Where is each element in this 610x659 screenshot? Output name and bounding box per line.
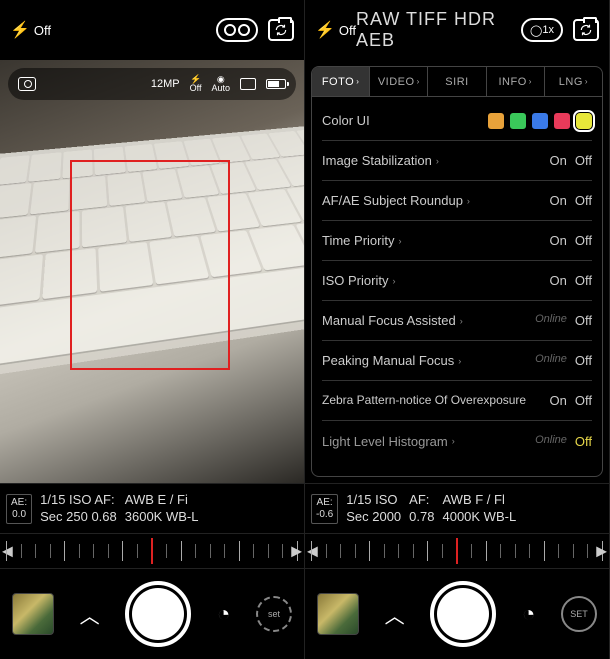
dial-center-marker bbox=[456, 538, 458, 564]
zoom-indicator[interactable]: ◯1x bbox=[521, 18, 563, 42]
adjustment-dial[interactable]: ◀ ▶ bbox=[0, 533, 304, 569]
shutter-iso-readout[interactable]: 1/15 ISO AF: Sec 250 0.68 bbox=[40, 492, 117, 526]
camera-view-pane: ⚡ Off 12MP ⚡Off ◉Auto bbox=[0, 0, 305, 659]
tab-video[interactable]: VIDEO› bbox=[370, 67, 428, 96]
camera-icon[interactable] bbox=[18, 77, 36, 91]
chevron-right-icon: › bbox=[452, 436, 455, 446]
gallery-thumbnail[interactable] bbox=[317, 593, 359, 635]
top-bar: ⚡ Off RAW TIFF HDR AEB ◯1x bbox=[305, 0, 609, 60]
exposure-readout: AE: 0.0 1/15 ISO AF: Sec 250 0.68 AWB E … bbox=[0, 483, 304, 533]
chevron-right-icon: › bbox=[356, 77, 359, 86]
wb-readout[interactable]: AWB E / Fi 3600K WB-L bbox=[125, 492, 199, 526]
timer-icon[interactable]: ◔ bbox=[217, 601, 230, 627]
chevron-up-icon[interactable]: ︿ bbox=[80, 600, 100, 629]
tab-siri[interactable]: SIRI bbox=[428, 67, 486, 96]
chevron-right-icon: › bbox=[460, 316, 463, 326]
set-button[interactable]: set bbox=[256, 596, 292, 632]
swatch-red[interactable] bbox=[554, 113, 570, 129]
row-afae-subject[interactable]: AF/AE Subject Roundup› On Off bbox=[322, 181, 592, 221]
flash-label: Off bbox=[339, 23, 356, 38]
dual-lens-toggle[interactable] bbox=[216, 18, 258, 42]
resolution-label[interactable]: 12MP bbox=[151, 78, 180, 90]
exposure-readout: AE: -0.6 1/15 ISO Sec 2000 AF: 0.78 AWB … bbox=[305, 483, 609, 533]
top-bar: ⚡ Off bbox=[0, 0, 304, 60]
chevron-right-icon: › bbox=[467, 196, 470, 206]
row-manual-focus-assisted[interactable]: Manual Focus Assisted› Online Off bbox=[322, 301, 592, 341]
focus-rectangle[interactable] bbox=[70, 160, 230, 370]
tab-info[interactable]: INFO› bbox=[487, 67, 545, 96]
shoot-mode[interactable]: ◉Auto bbox=[211, 75, 230, 93]
flash-toggle[interactable]: ⚡ Off bbox=[10, 20, 51, 40]
flash-toggle[interactable]: ⚡ Off bbox=[315, 20, 356, 40]
bottom-bar: ︿ ◔ SET bbox=[305, 569, 609, 659]
af-readout[interactable]: AF: 0.78 bbox=[409, 492, 434, 526]
tab-lng[interactable]: LNG› bbox=[545, 67, 602, 96]
timer-icon[interactable]: ◔ bbox=[522, 601, 535, 627]
swatch-blue[interactable] bbox=[532, 113, 548, 129]
format-icon[interactable] bbox=[240, 78, 256, 90]
row-light-level-histogram[interactable]: Light Level Histogram› Online Off bbox=[322, 421, 592, 461]
viewfinder[interactable]: 12MP ⚡Off ◉Auto bbox=[0, 60, 304, 483]
camera-switch-button[interactable] bbox=[573, 19, 599, 41]
swatch-yellow[interactable] bbox=[576, 113, 592, 129]
capture-modes[interactable]: RAW TIFF HDR AEB bbox=[356, 9, 521, 51]
set-button[interactable]: SET bbox=[561, 596, 597, 632]
row-peaking-manual-focus[interactable]: Peaking Manual Focus› Online Off bbox=[322, 341, 592, 381]
flash-mode[interactable]: ⚡Off bbox=[190, 75, 202, 93]
arrow-right-icon[interactable]: ▶ bbox=[596, 543, 607, 560]
swatch-green[interactable] bbox=[510, 113, 526, 129]
color-swatches bbox=[488, 113, 592, 129]
tab-foto[interactable]: FOTO› bbox=[312, 67, 370, 96]
swatch-orange[interactable] bbox=[488, 113, 504, 129]
ae-compensation[interactable]: AE: 0.0 bbox=[6, 494, 32, 524]
gallery-thumbnail[interactable] bbox=[12, 593, 54, 635]
wb-readout[interactable]: AWB F / Fl 4000K WB-L bbox=[442, 492, 516, 526]
settings-tabs: FOTO› VIDEO› SIRI INFO› LNG› bbox=[312, 67, 602, 97]
dial-center-marker bbox=[151, 538, 153, 564]
adjustment-dial[interactable]: ◀ ▶ bbox=[305, 533, 609, 569]
flash-label: Off bbox=[34, 23, 51, 38]
shutter-iso-readout[interactable]: 1/15 ISO Sec 2000 bbox=[346, 492, 401, 526]
row-image-stabilization[interactable]: Image Stabilization› On Off bbox=[322, 141, 592, 181]
row-zebra-pattern[interactable]: Zebra Pattern-notice Of Overexposure On … bbox=[322, 381, 592, 421]
chevron-right-icon: › bbox=[585, 77, 588, 86]
flash-icon: ⚡ bbox=[10, 20, 30, 40]
row-color-ui[interactable]: Color UI bbox=[322, 101, 592, 141]
info-bar: 12MP ⚡Off ◉Auto bbox=[8, 68, 296, 100]
shutter-button[interactable] bbox=[125, 581, 191, 647]
settings-panel: FOTO› VIDEO› SIRI INFO› LNG› Color UI Im… bbox=[311, 66, 603, 477]
arrow-right-icon[interactable]: ▶ bbox=[291, 543, 302, 560]
row-iso-priority[interactable]: ISO Priority› On Off bbox=[322, 261, 592, 301]
bottom-bar: ︿ ◔ set bbox=[0, 569, 304, 659]
chevron-right-icon: › bbox=[436, 156, 439, 166]
chevron-right-icon: › bbox=[529, 77, 532, 86]
chevron-right-icon: › bbox=[458, 356, 461, 366]
row-time-priority[interactable]: Time Priority› On Off bbox=[322, 221, 592, 261]
battery-icon bbox=[266, 79, 286, 89]
chevron-right-icon: › bbox=[392, 276, 395, 286]
flash-icon: ⚡ bbox=[315, 20, 335, 40]
shutter-button[interactable] bbox=[430, 581, 496, 647]
chevron-up-icon[interactable]: ︿ bbox=[385, 600, 405, 629]
camera-switch-button[interactable] bbox=[268, 19, 294, 41]
chevron-right-icon: › bbox=[417, 77, 420, 86]
settings-pane: ⚡ Off RAW TIFF HDR AEB ◯1x FOTO› VIDEO› … bbox=[305, 0, 610, 659]
chevron-right-icon: › bbox=[398, 236, 401, 246]
ae-compensation[interactable]: AE: -0.6 bbox=[311, 494, 338, 524]
